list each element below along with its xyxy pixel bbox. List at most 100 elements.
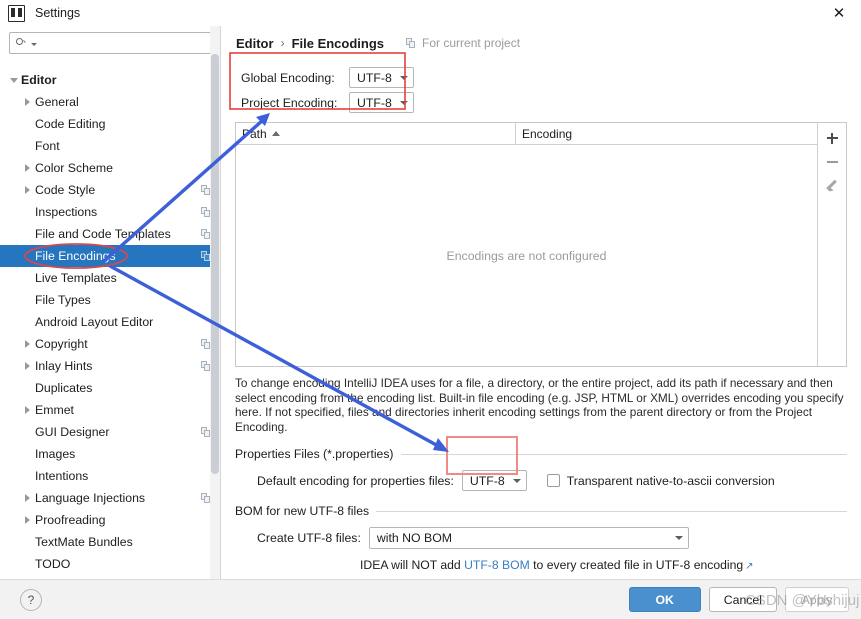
create-utf8-label: Create UTF-8 files: — [257, 531, 361, 545]
project-encoding-dropdown[interactable]: UTF-8 — [349, 92, 414, 113]
sidebar-item-label: Copyright — [35, 337, 88, 351]
divider — [376, 510, 847, 512]
sidebar-item-label: GUI Designer — [35, 425, 110, 439]
search-box[interactable] — [9, 32, 211, 54]
minus-icon — [826, 161, 838, 163]
search-icon — [16, 37, 27, 49]
remove-button[interactable] — [820, 150, 844, 174]
help-description: To change encoding IntelliJ IDEA uses fo… — [235, 376, 844, 434]
settings-tree[interactable]: Editor General Code Editing Font Color Schem… — [0, 57, 220, 579]
sidebar-item-intentions[interactable]: Intentions — [0, 465, 220, 487]
chevron-right-icon[interactable] — [20, 516, 35, 524]
sidebar-item-textmate-bundles[interactable]: TextMate Bundles — [0, 531, 220, 553]
chevron-right-icon[interactable] — [20, 186, 35, 194]
properties-files-group: Properties Files (*.properties) Default … — [235, 447, 847, 491]
window-title: Settings — [35, 6, 81, 20]
sidebar-item-font[interactable]: Font — [0, 135, 220, 157]
ok-button[interactable]: OK — [628, 587, 701, 612]
properties-encoding-value: UTF-8 — [469, 473, 505, 488]
sidebar-item-label: Code Editing — [35, 117, 106, 131]
sidebar-item-partial[interactable] — [0, 58, 220, 69]
sidebar-item-label: TextMate Bundles — [35, 535, 133, 549]
chevron-right-icon[interactable] — [20, 406, 35, 414]
sidebar-item-file-encodings[interactable]: File Encodings — [0, 245, 220, 267]
close-icon[interactable]: ✕ — [817, 0, 861, 26]
empty-message: Encodings are not configured — [446, 248, 607, 263]
sidebar-item-code-editing[interactable]: Code Editing — [0, 113, 220, 135]
transparent-conversion-label: Transparent native-to-ascii conversion — [566, 473, 775, 488]
create-utf8-dropdown[interactable]: with NO BOM — [368, 527, 689, 549]
watermark: CSDN @Ybshijuj — [745, 592, 860, 609]
chevron-right-icon[interactable] — [20, 494, 35, 502]
pencil-icon — [826, 180, 838, 192]
transparent-conversion-checkbox[interactable] — [546, 474, 560, 487]
properties-encoding-dropdown[interactable]: UTF-8 — [461, 470, 527, 491]
bom-group-title: BOM for new UTF-8 files — [235, 504, 847, 518]
global-encoding-dropdown[interactable]: UTF-8 — [349, 67, 414, 88]
bom-group-title-label: BOM for new UTF-8 files — [235, 504, 370, 518]
chevron-right-icon[interactable] — [20, 340, 35, 348]
column-header-encoding-label: Encoding — [522, 126, 573, 141]
global-encoding-label: Global Encoding: — [241, 70, 335, 85]
utf8-bom-link[interactable]: UTF-8 BOM — [464, 558, 530, 572]
sidebar-item-emmet[interactable]: Emmet — [0, 399, 220, 421]
sidebar-item-label: File Encodings — [35, 249, 116, 263]
sidebar-item-copyright[interactable]: Copyright — [0, 333, 220, 355]
chevron-down-icon — [512, 478, 521, 483]
sidebar-item-images[interactable]: Images — [0, 443, 220, 465]
project-encoding-label: Project Encoding: — [241, 95, 338, 110]
help-button[interactable]: ? — [20, 588, 42, 611]
column-header-path[interactable]: Path — [236, 123, 516, 144]
sidebar-item-label: Emmet — [35, 403, 74, 417]
sidebar-item-live-templates[interactable]: Live Templates — [0, 267, 220, 289]
search-input[interactable] — [37, 36, 204, 50]
external-link-icon[interactable]: ↗ — [745, 561, 753, 572]
chevron-down-icon[interactable] — [6, 77, 21, 83]
global-encoding-row: Global Encoding: UTF-8 — [241, 65, 837, 90]
sidebar-item-label: Inlay Hints — [35, 359, 93, 373]
global-encoding-value: UTF-8 — [357, 70, 392, 85]
sidebar-item-duplicates[interactable]: Duplicates — [0, 377, 220, 399]
sidebar-item-android-layout-editor[interactable]: Android Layout Editor — [0, 311, 220, 333]
properties-group-title-label: Properties Files (*.properties) — [235, 447, 394, 461]
add-button[interactable] — [820, 126, 844, 150]
chevron-right-icon[interactable] — [20, 98, 35, 106]
encodings-table-body-wrap: Path Encoding Encodings are not configur… — [236, 123, 817, 366]
breadcrumb-parent[interactable]: Editor — [236, 36, 274, 51]
sidebar-scrollbar-track[interactable] — [210, 26, 220, 579]
bom-group-body: Create UTF-8 files: with NO BOM — [235, 518, 847, 549]
project-encoding-row: Project Encoding: UTF-8 — [241, 90, 837, 115]
sidebar-item-code-style[interactable]: Code Style — [0, 179, 220, 201]
sidebar-item-todo[interactable]: TODO — [0, 553, 220, 575]
chevron-right-icon[interactable] — [20, 164, 35, 172]
sidebar-item-gui-designer[interactable]: GUI Designer — [0, 421, 220, 443]
sidebar-item-language-injections[interactable]: Language Injections — [0, 487, 220, 509]
sidebar-item-file-and-code-templates[interactable]: File and Code Templates — [0, 223, 220, 245]
sort-ascending-icon — [271, 131, 280, 136]
column-header-path-label: Path — [242, 126, 267, 141]
column-header-encoding[interactable]: Encoding — [516, 123, 817, 144]
sidebar-item-color-scheme[interactable]: Color Scheme — [0, 157, 220, 179]
sidebar-item-label: Color Scheme — [35, 161, 113, 175]
sidebar-item-proofreading[interactable]: Proofreading — [0, 509, 220, 531]
sidebar-item-inspections[interactable]: Inspections — [0, 201, 220, 223]
default-encoding-label: Default encoding for properties files: — [257, 473, 454, 488]
sidebar-item-label: File Types — [35, 293, 91, 307]
sidebar-scrollbar-thumb[interactable] — [211, 54, 219, 474]
plus-icon — [826, 132, 838, 144]
chevron-right-icon[interactable] — [20, 362, 35, 370]
sidebar-item-general[interactable]: General — [0, 91, 220, 113]
properties-group-body: Default encoding for properties files: U… — [235, 461, 847, 491]
sidebar-item-label: Intentions — [35, 469, 89, 483]
bom-note: IDEA will NOT add UTF-8 BOM to every cre… — [235, 558, 847, 572]
sidebar-item-label: File and Code Templates — [35, 227, 171, 241]
sidebar-item-file-types[interactable]: File Types — [0, 289, 220, 311]
edit-button[interactable] — [820, 174, 844, 198]
chevron-down-icon — [399, 75, 408, 80]
chevron-down-icon — [674, 536, 683, 540]
sidebar-item-inlay-hints[interactable]: Inlay Hints — [0, 355, 220, 377]
sidebar-item-editor[interactable]: Editor — [0, 69, 220, 91]
table-header: Path Encoding — [236, 123, 817, 145]
settings-dialog: Settings ✕ Editor General Code Editing Font… — [0, 0, 861, 619]
sidebar-item-label: Inspections — [35, 205, 98, 219]
